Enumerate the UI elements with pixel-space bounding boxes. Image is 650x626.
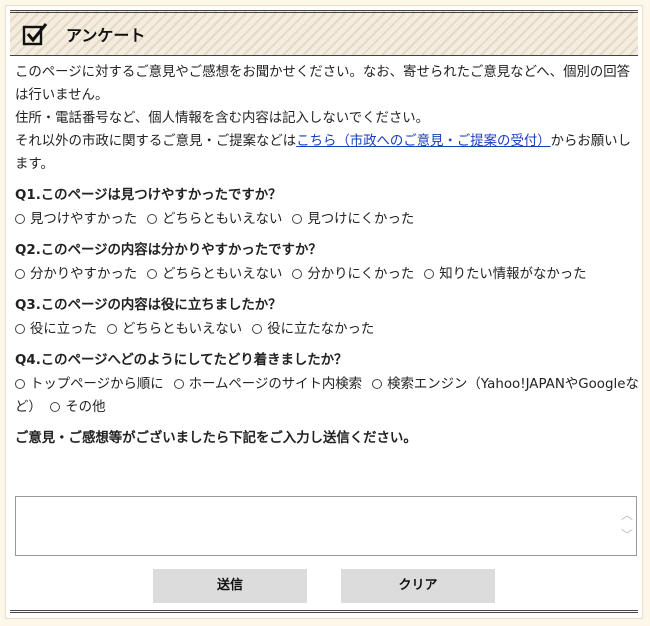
radio-icon[interactable] <box>15 379 25 389</box>
submit-button[interactable]: 送信 <box>153 569 307 603</box>
q4-option-2[interactable]: ホームページのサイト内検索 <box>173 373 363 396</box>
q3-option-1[interactable]: 役に立った <box>15 318 97 341</box>
question-3-options: 役に立った どちらともいえない 役に立たなかった <box>15 318 640 341</box>
question-1-label: Q1.このページは見つけやすかったですか？ <box>15 188 282 203</box>
q1-option-2-label: どちらともいえない <box>162 212 283 227</box>
survey-content: このページに対するご意見やご感想をお聞かせください。なお、寄せられたご意見などへ… <box>15 61 640 451</box>
question-1-options: 見つけやすかった どちらともいえない 見つけにくかった <box>15 208 640 231</box>
footer-divider <box>10 610 638 618</box>
q2-option-2-label: どちらともいえない <box>162 267 283 282</box>
q1-option-3-label: 見つけにくかった <box>307 212 415 227</box>
radio-icon[interactable] <box>372 379 383 389</box>
intro-text-1: このページに対するご意見やご感想をお聞かせください。なお、寄せられたご意見などへ… <box>15 65 631 103</box>
q1-option-3[interactable]: 見つけにくかった <box>292 208 414 231</box>
question-2-label: Q2.このページの内容は分かりやすかったですか？ <box>15 243 322 258</box>
radio-icon[interactable] <box>292 269 303 279</box>
q3-option-3[interactable]: 役に立たなかった <box>252 318 374 341</box>
q1-option-1[interactable]: 見つけやすかった <box>15 208 137 231</box>
feedback-label: ご意見・ご感想等がございましたら下記をご入力し送信ください。 <box>15 431 417 446</box>
radio-icon[interactable] <box>173 379 184 389</box>
clear-button[interactable]: クリア <box>341 569 495 603</box>
survey-header: アンケート <box>10 10 638 56</box>
survey-panel: アンケート このページに対するご意見やご感想をお聞かせください。なお、寄せられた… <box>5 5 643 619</box>
radio-icon[interactable] <box>15 324 25 334</box>
radio-icon[interactable] <box>292 214 303 224</box>
q2-option-3-label: 分かりにくかった <box>307 267 415 282</box>
intro-text-3-pre: それ以外の市政に関するご意見・ご提案などは <box>15 134 297 149</box>
q2-option-2[interactable]: どちらともいえない <box>147 263 282 286</box>
q2-option-1-label: 分かりやすかった <box>30 267 138 282</box>
q1-option-1-label: 見つけやすかった <box>30 212 138 227</box>
radio-icon[interactable] <box>424 269 435 279</box>
q2-option-4[interactable]: 知りたい情報がなかった <box>424 267 587 282</box>
q4-option-1[interactable]: トップページから順に <box>15 373 164 396</box>
q4-option-4-label: その他 <box>65 400 106 415</box>
q2-option-1[interactable]: 分かりやすかった <box>15 263 137 286</box>
radio-icon[interactable] <box>147 269 158 279</box>
q2-option-4-label: 知りたい情報がなかった <box>439 267 587 282</box>
feedback-textarea[interactable]: ︿ ﹀ <box>15 496 637 556</box>
q4-option-2-label: ホームページのサイト内検索 <box>188 377 363 392</box>
q3-option-2[interactable]: どちらともいえない <box>106 318 243 341</box>
survey-title: アンケート <box>66 26 146 45</box>
radio-icon[interactable] <box>106 324 117 334</box>
question-3-label: Q3.このページの内容は役に立ちましたか？ <box>15 298 282 313</box>
q3-option-2-label: どちらともいえない <box>121 322 243 337</box>
q4-option-4[interactable]: その他 <box>50 396 105 419</box>
q4-option-1-label: トップページから順に <box>30 377 164 392</box>
intro-text-3: それ以外の市政に関するご意見・ご提案などはこちら（市政へのご意見・ご提案の受付）… <box>15 130 640 176</box>
radio-icon[interactable] <box>15 269 25 279</box>
q2-option-3[interactable]: 分かりにくかった <box>292 263 414 286</box>
q3-option-3-label: 役に立たなかった <box>267 322 375 337</box>
scroll-down-icon[interactable]: ﹀ <box>620 525 634 545</box>
radio-icon[interactable] <box>252 324 263 334</box>
q1-option-2[interactable]: どちらともいえない <box>147 208 282 231</box>
question-4-label: Q4.このページへどのようにしてたどり着きましたか？ <box>15 353 348 368</box>
radio-icon[interactable] <box>50 402 61 412</box>
opinion-link[interactable]: こちら（市政へのご意見・ご提案の受付） <box>296 134 550 149</box>
question-4-options: トップページから順に ホームページのサイト内検索 検索エンジン（Yahoo!JAPA… <box>15 373 640 419</box>
checkbox-icon <box>22 23 48 46</box>
radio-icon[interactable] <box>15 214 25 224</box>
question-2-options: 分かりやすかった どちらともいえない 分かりにくかった 知りたい情報がなかった <box>15 263 640 286</box>
q3-option-1-label: 役に立った <box>30 322 97 337</box>
radio-icon[interactable] <box>147 214 158 224</box>
textarea-scrollbar[interactable]: ︿ ﹀ <box>620 505 634 549</box>
intro-text-2: 住所・電話番号など、個人情報を含む内容は記入しないでください。 <box>15 111 430 126</box>
scroll-up-icon[interactable]: ︿ <box>620 505 634 525</box>
